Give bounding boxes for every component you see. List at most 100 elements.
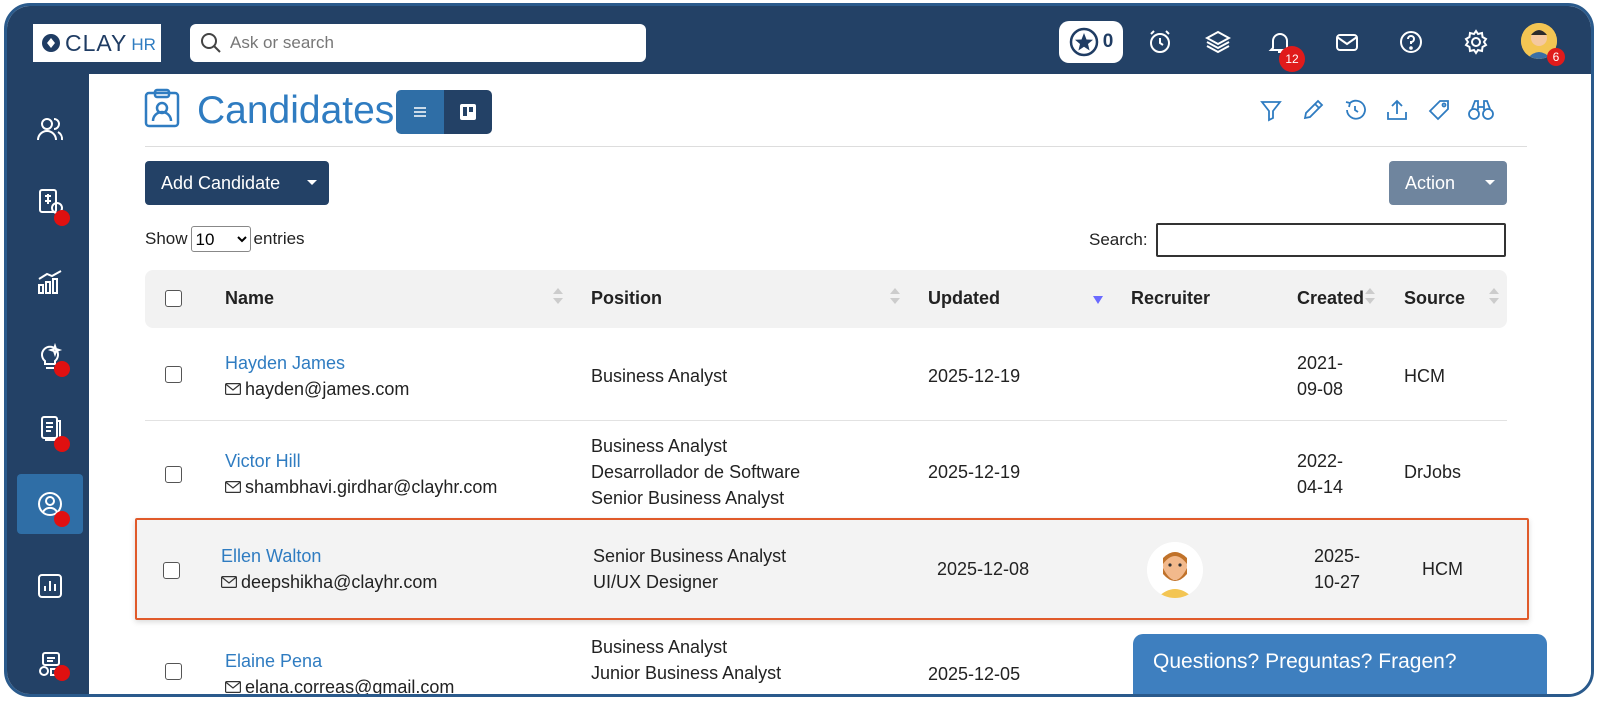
list-view-button[interactable] — [396, 90, 444, 134]
candidate-name-link[interactable]: Victor Hill — [225, 448, 301, 474]
sidebar-item-payroll[interactable] — [17, 171, 83, 231]
table-search-input[interactable] — [1155, 223, 1506, 257]
position-text: Business Analyst — [591, 436, 728, 456]
position-text: Junior Business Analyst — [591, 663, 782, 683]
add-candidate-label: Add Candidate — [161, 172, 281, 193]
candidate-email-text: hayden@james.com — [245, 379, 410, 399]
updated-date: 2025-12-19 — [928, 366, 1021, 386]
sidebar-item-reports[interactable] — [17, 556, 83, 616]
table-row[interactable]: Hayden James hayden@james.com Business A… — [145, 328, 1507, 421]
help-icon[interactable] — [1397, 28, 1425, 56]
candidate-email: deepshikha@clayhr.com — [221, 569, 437, 595]
help-chat-widget[interactable]: Questions? Preguntas? Fragen? — [1133, 634, 1547, 694]
logo-text-suffix: HR — [131, 34, 156, 54]
top-bar: CLAY HR 0 — [7, 6, 1591, 74]
sidebar-item-people[interactable] — [17, 99, 83, 159]
sidebar — [7, 74, 89, 694]
people-icon — [37, 118, 64, 141]
envelope-icon — [221, 576, 237, 588]
sort-icon[interactable] — [1365, 288, 1375, 308]
clipboard-user-icon — [144, 88, 180, 128]
title-divider — [145, 146, 1527, 147]
column-header-recruiter: Recruiter — [1131, 288, 1211, 308]
table-row[interactable]: Victor Hill shambhavi.girdhar@clayhr.com… — [145, 421, 1507, 521]
sort-icon[interactable] — [1489, 288, 1499, 308]
help-chat-label: Questions? Preguntas? Fragen? — [1153, 650, 1457, 673]
chevron-down-icon[interactable] — [307, 180, 317, 185]
search-label: Search: — [1089, 230, 1148, 249]
candidate-name-link[interactable]: Hayden James — [225, 350, 345, 376]
candidate-email: elana.correas@gmail.com — [225, 674, 455, 697]
sidebar-item-analytics[interactable] — [17, 252, 83, 312]
sort-descending-icon[interactable] — [1093, 296, 1103, 304]
sidebar-notification-dot — [54, 511, 70, 527]
row-checkbox[interactable] — [165, 466, 182, 483]
column-header-source[interactable]: Source — [1404, 288, 1465, 309]
sort-icon[interactable] — [890, 288, 900, 308]
action-button[interactable]: Action — [1389, 161, 1507, 205]
show-label: Show — [145, 229, 188, 248]
global-search[interactable] — [190, 24, 646, 62]
position-text: Senior Business Analyst — [591, 488, 785, 508]
entries-label: entries — [253, 229, 305, 248]
report-chart-icon — [38, 574, 62, 598]
sidebar-item-recruiting-bot[interactable] — [17, 634, 83, 694]
column-header-updated[interactable]: Updated — [928, 288, 1000, 309]
created-date-line1: 2021- — [1297, 353, 1344, 373]
table-header: Name Position Updated Recruiter Created … — [145, 270, 1507, 328]
filter-icon[interactable] — [1257, 96, 1284, 123]
search-icon — [201, 33, 221, 53]
position-text: Business Analyst — [591, 366, 728, 386]
gear-icon[interactable] — [1462, 28, 1490, 56]
row-checkbox[interactable] — [165, 663, 182, 680]
candidate-email-text: deepshikha@clayhr.com — [241, 572, 438, 592]
profile-badge: 6 — [1547, 48, 1565, 66]
export-icon[interactable] — [1383, 96, 1410, 123]
entries-select[interactable]: 10 — [190, 226, 251, 252]
mail-icon[interactable] — [1333, 28, 1361, 56]
candidate-name-link[interactable]: Elaine Pena — [225, 648, 322, 674]
sort-icon[interactable] — [553, 288, 563, 308]
table-search: Search: — [1089, 223, 1506, 257]
created-date-line2: 10-27 — [1314, 572, 1361, 592]
updated-date: 2025-12-08 — [937, 559, 1030, 579]
candidate-email: hayden@james.com — [225, 376, 409, 402]
sidebar-item-documents[interactable] — [17, 398, 83, 458]
column-header-position[interactable]: Position — [591, 288, 662, 309]
sidebar-item-ideas[interactable] — [17, 326, 83, 386]
recruiter-avatar[interactable] — [1147, 542, 1203, 598]
row-checkbox[interactable] — [165, 366, 182, 383]
logo-mark-icon — [42, 34, 60, 52]
kudos-button[interactable]: 0 — [1059, 21, 1123, 63]
add-candidate-button[interactable]: Add Candidate — [145, 161, 329, 205]
select-all-checkbox[interactable] — [165, 290, 182, 307]
sidebar-notification-dot — [54, 436, 70, 452]
candidate-email-text: elana.correas@gmail.com — [245, 677, 455, 697]
sidebar-notification-dot — [54, 665, 70, 681]
position-text: Senior Business Analyst — [593, 546, 787, 566]
column-header-name[interactable]: Name — [225, 288, 274, 309]
toolbar-icons — [1257, 96, 1494, 123]
edit-icon[interactable] — [1299, 96, 1326, 123]
growth-chart-icon — [38, 270, 62, 294]
alarm-clock-icon[interactable] — [1146, 28, 1174, 56]
tag-icon[interactable] — [1425, 96, 1452, 123]
global-search-input[interactable] — [230, 33, 630, 53]
column-header-created[interactable]: Created — [1297, 288, 1364, 309]
binoculars-icon[interactable] — [1467, 96, 1494, 123]
row-checkbox[interactable] — [163, 562, 180, 579]
main-content: Candidates Add Candidate Action Show 10 … — [89, 74, 1591, 694]
clayhr-logo[interactable]: CLAY HR — [33, 24, 161, 62]
candidate-name-link[interactable]: Ellen Walton — [221, 543, 321, 569]
created-date-line1: 2022- — [1297, 451, 1344, 471]
list-icon — [414, 107, 426, 117]
action-label: Action — [1405, 172, 1456, 193]
board-view-button[interactable] — [444, 90, 492, 134]
chevron-down-icon[interactable] — [1485, 180, 1495, 185]
layers-icon[interactable] — [1204, 28, 1232, 56]
position-text: UI/UX Designer — [593, 572, 719, 592]
kudos-count: 0 — [1102, 31, 1114, 52]
refresh-icon[interactable] — [1341, 96, 1368, 123]
table-row-highlighted[interactable]: Ellen Walton deepshikha@clayhr.com Senio… — [135, 518, 1529, 620]
sidebar-item-candidates[interactable] — [17, 474, 83, 534]
